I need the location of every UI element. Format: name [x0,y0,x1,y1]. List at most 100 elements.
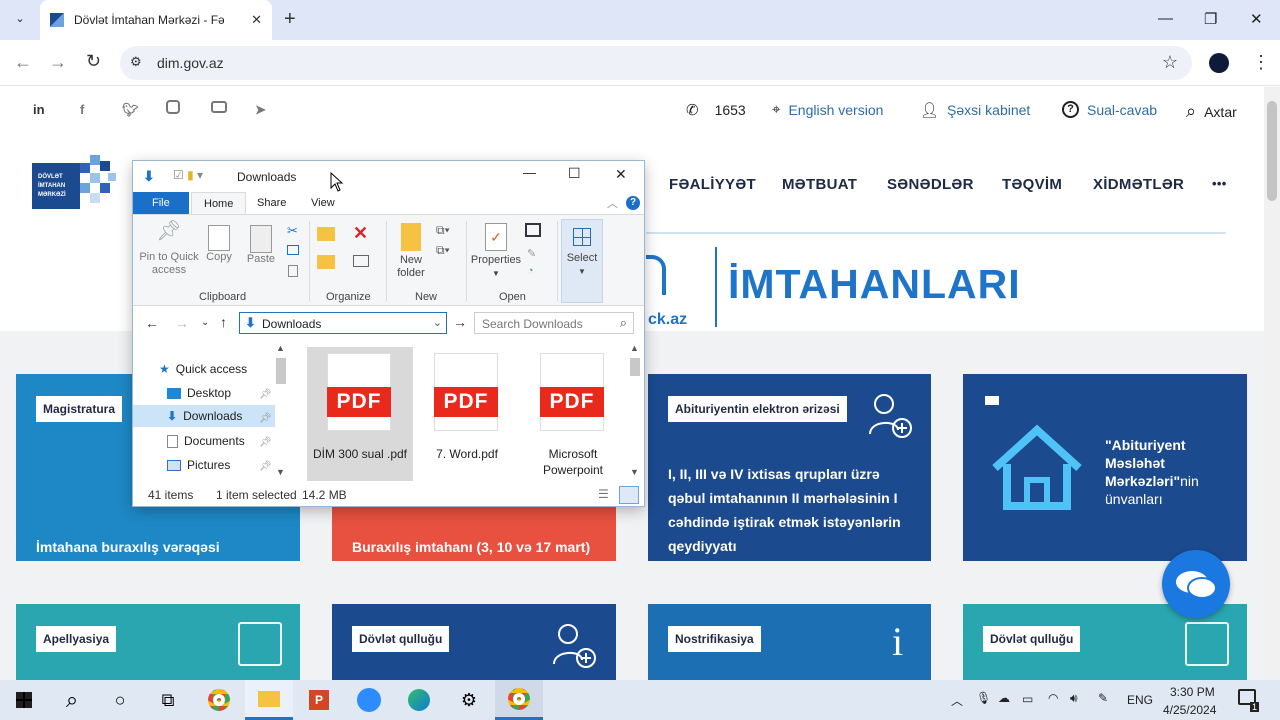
card-electronic-application[interactable]: Abituriyentin elektron ərizəsi I, II, II… [648,374,931,561]
easy-access-icon[interactable]: ⧉▾ [436,243,450,258]
card-advisory-centers[interactable]: "Abituriyent Məsləhət Mərkəzləri"nin ünv… [963,374,1247,561]
tab-file[interactable]: File [133,192,189,214]
profile-avatar[interactable] [1209,53,1229,73]
tab-close-icon[interactable]: ✕ [251,12,262,28]
task-view-button[interactable]: ⧉ [144,680,192,720]
battery-icon[interactable]: ▭ [1022,692,1033,706]
copy-to-icon[interactable] [317,255,335,269]
back-arrow-icon[interactable]: ← [145,315,159,331]
card-nostrification[interactable]: Nostrifikasiya i [648,604,931,680]
scroll-down-icon[interactable]: ▼ [630,467,639,477]
file-item-word[interactable]: PDF 7. Word.pdf [414,347,520,481]
chat-button[interactable] [1162,550,1230,618]
scroll-down-icon[interactable]: ▼ [276,467,285,477]
onedrive-icon[interactable]: ☁ [998,691,1010,705]
forward-arrow-icon[interactable]: → [175,315,189,331]
minimize-button[interactable]: — [1158,10,1173,27]
volume-icon[interactable]: 🔊︎ [1070,691,1078,706]
clock-date[interactable]: 4/25/2024 [1163,703,1216,717]
nav-more[interactable]: ••• [1212,176,1227,191]
nav-calendar[interactable]: TƏQVİM [1002,176,1062,193]
files-scrollbar[interactable]: ▲ ▼ [628,343,642,481]
nav-documents[interactable]: SƏNƏDLƏR [887,176,974,193]
banner-title[interactable]: İMTAHANLARI [728,261,1021,308]
linkedin-icon[interactable]: in [33,102,45,117]
nav-desktop[interactable]: Desktop [167,386,231,400]
cut-icon[interactable]: ✂ [287,223,298,239]
reload-icon[interactable]: ↻ [86,51,101,72]
page-scrollbar[interactable] [1264,87,1280,680]
explorer-maximize-button[interactable]: ☐ [568,165,581,182]
scroll-up-icon[interactable]: ▲ [630,343,639,353]
large-icons-view-icon[interactable] [619,486,639,504]
file-item-powerpoint[interactable]: PDF Microsoft Powerpoint [520,347,626,481]
rename-icon[interactable] [353,255,369,267]
nav-pictures[interactable]: Pictures [167,458,230,472]
back-icon[interactable]: ← [14,52,32,73]
scroll-up-icon[interactable]: ▲ [276,343,285,353]
instagram-icon[interactable] [166,100,180,114]
twitter-icon[interactable]: 🐦︎ [122,102,139,118]
move-to-icon[interactable] [317,227,335,241]
edge-taskbar-icon[interactable] [395,680,443,720]
search-link[interactable]: ⌕ Axtar [1186,101,1237,122]
start-button[interactable] [0,680,48,720]
forward-icon[interactable]: → [49,52,67,73]
settings-taskbar-icon[interactable]: ⚙ [445,680,493,720]
restore-button[interactable]: ❐ [1204,10,1217,28]
site-info-icon[interactable]: ⚙ [130,54,142,70]
telegram-icon[interactable]: ➤ [255,102,266,118]
phone-link[interactable]: ✆ 1653 [686,101,746,119]
explorer-minimize-button[interactable]: — [523,165,536,180]
help-icon[interactable]: ? [626,196,640,210]
wifi-icon[interactable]: ◠ [1048,691,1058,705]
history-icon[interactable]: ◔ [527,265,534,277]
tab-search-button[interactable]: ⌄ [10,9,30,29]
nav-services[interactable]: XİDMƏTLƏR [1093,176,1184,193]
personal-cabinet-link[interactable]: 👤︎ Şəxsi kabinet [920,101,1030,119]
select-button[interactable]: Select ▼ [561,219,603,303]
card-civil-service[interactable]: Dövlət qulluğu [332,604,616,680]
menu-icon[interactable]: ⋮ [1252,52,1270,73]
tab-view[interactable]: View [299,192,347,214]
properties-button[interactable]: ✓ Properties ▼ [469,223,523,280]
recent-locations-icon[interactable]: ⌄ [201,317,209,328]
microphone-icon[interactable]: 🎙︎ [976,691,991,705]
youtube-icon[interactable] [211,101,227,113]
bookmark-star-icon[interactable]: ☆ [1162,52,1178,73]
file-item-dim-300[interactable]: PDF DİM 300 sual .pdf [307,347,413,481]
scroll-thumb[interactable] [630,358,640,376]
zoom-taskbar-icon[interactable] [345,680,393,720]
search-taskbar-button[interactable]: ⌕ [48,680,96,720]
explorer-taskbar-icon[interactable] [245,680,293,720]
delete-icon[interactable]: ✕ [353,223,368,244]
edit-icon[interactable]: ✎ [527,247,536,260]
refresh-arrow-icon[interactable]: → [453,314,467,330]
quick-access-toolbar[interactable]: ☑ ▮ ▾ [173,168,203,182]
nav-quick-access[interactable]: ★ Quick access [159,362,247,376]
nav-downloads[interactable]: ⬇ Downloads [133,405,275,427]
scroll-thumb[interactable] [276,358,286,384]
language-indicator[interactable]: ENG [1127,693,1153,707]
up-arrow-icon[interactable]: ↑ [220,314,227,330]
nav-documents[interactable]: Documents [167,434,245,448]
faq-link[interactable]: ? Sual-cavab [1062,101,1157,118]
address-bar[interactable]: ⚙ dim.gov.az ☆ [120,46,1192,80]
open-icon[interactable] [525,223,541,237]
nav-activity[interactable]: FƏALİYYƏT [669,176,756,193]
chrome-active-taskbar-icon[interactable] [495,680,543,720]
collapse-ribbon-icon[interactable]: ︿ [607,195,618,211]
site-logo[interactable]: DÖVLƏT İMTAHAN MƏRKƏZİ [32,155,118,213]
browser-tab[interactable]: Dövlət İmtahan Mərkəzi - Fəaliyy ✕ [40,0,272,40]
details-view-icon[interactable]: ☰ [598,487,609,501]
card-appeal[interactable]: Apellyasiya [16,604,300,680]
scrollbar-thumb[interactable] [1267,101,1277,201]
copy-path-icon[interactable] [287,245,299,255]
show-hidden-icons[interactable]: ︿ [951,692,963,709]
paste-button[interactable]: Paste [243,225,279,266]
clock-time[interactable]: 3:30 PM [1170,685,1215,699]
new-tab-button[interactable]: + [284,8,296,31]
paste-shortcut-icon[interactable] [288,265,298,277]
address-field[interactable]: ⬇ Downloads ⌄ [239,312,447,334]
cortana-button[interactable]: ○ [96,680,144,720]
